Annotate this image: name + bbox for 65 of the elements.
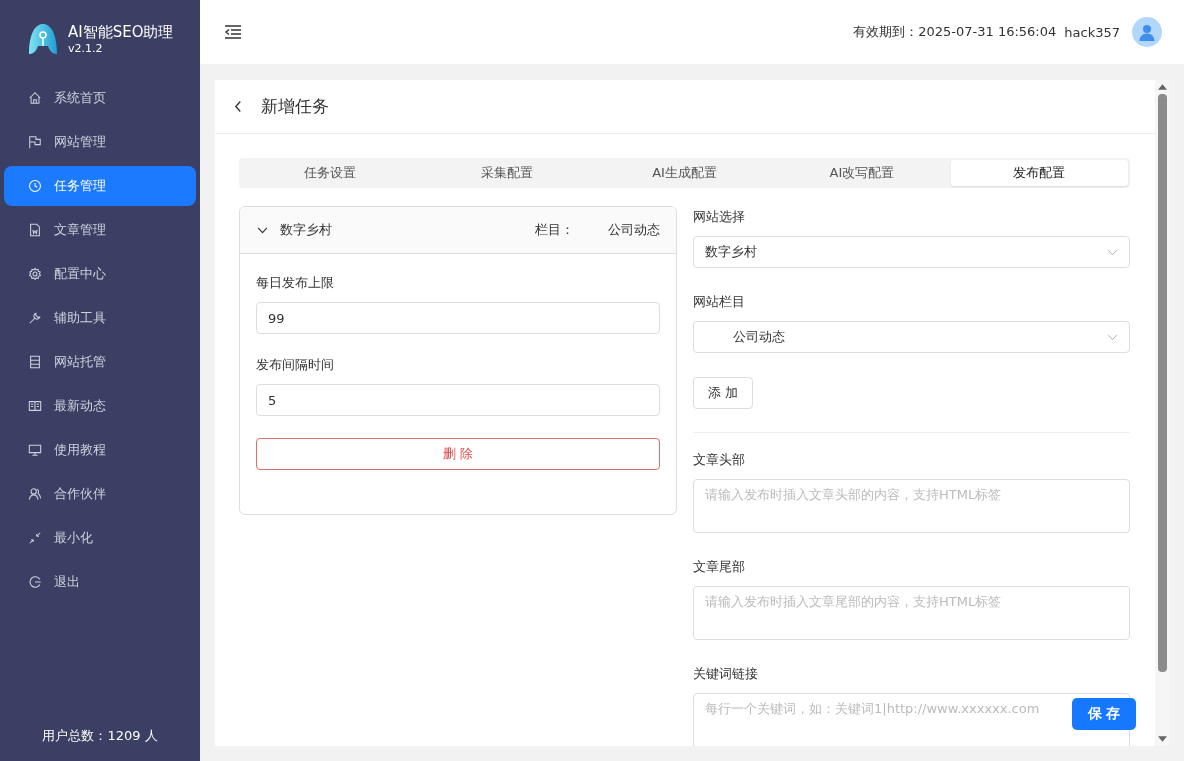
column-select[interactable]: 公司动态 [693, 321, 1130, 353]
shrink-icon [28, 531, 42, 545]
scrollbar[interactable] [1155, 80, 1169, 746]
field-label: 发布间隔时间 [256, 356, 335, 374]
input-field[interactable]: 5 [256, 384, 660, 416]
footer-textarea[interactable]: 请输入发布时插入文章尾部的内容，支持HTML标签 [693, 586, 1130, 640]
sidebar-item[interactable]: 网站托管 [4, 342, 196, 382]
app-version: v2.1.2 [68, 42, 104, 55]
site-name: 数字乡村 [280, 221, 332, 239]
sidebar-item[interactable]: 最新动态 [4, 386, 196, 426]
back-icon[interactable] [234, 100, 243, 113]
sidebar-item[interactable]: 任务管理 [4, 166, 196, 206]
logo-icon [26, 22, 60, 56]
save-button[interactable]: 保 存 [1072, 698, 1136, 730]
wrench-icon [28, 311, 42, 325]
delete-button[interactable]: 删 除 [256, 438, 660, 470]
field-label: 文章尾部 [693, 558, 746, 576]
avatar-icon[interactable] [1132, 17, 1162, 47]
field-label: 关键词链接 [693, 665, 759, 683]
user-count: 用户总数：1209 人 [41, 727, 159, 745]
page-title: 新增任务 [261, 95, 329, 118]
column-label: 栏目： [535, 221, 574, 239]
gear-icon [28, 267, 42, 281]
field-label: 网站选择 [693, 208, 746, 226]
site-select[interactable]: 数字乡村 [693, 236, 1130, 268]
add-button[interactable]: 添 加 [693, 377, 754, 409]
tab[interactable]: AI生成配置 [595, 160, 774, 186]
monitor-icon [28, 443, 42, 457]
column-value: 公司动态 [608, 221, 660, 239]
chevron-icon [1107, 248, 1118, 256]
book-icon [28, 399, 42, 413]
sidebar-item[interactable]: 系统首页 [4, 78, 196, 118]
tab[interactable]: 任务设置 [241, 160, 419, 186]
field-label: 每日发布上限 [256, 274, 335, 292]
home-icon [28, 91, 42, 105]
sidebar-item[interactable]: 退出 [4, 562, 196, 602]
expiry-date: 有效期到：2025-07-31 16:56:04 [853, 23, 1057, 41]
sidebar-item[interactable]: 配置中心 [4, 254, 196, 294]
tab[interactable]: 采集配置 [418, 160, 596, 186]
chevron-icon [1107, 333, 1118, 341]
doc-icon [28, 223, 42, 237]
sidebar-item[interactable]: 辅助工具 [4, 298, 196, 338]
username: hack357 [1064, 24, 1120, 40]
people-icon [28, 487, 42, 501]
sidebar-item[interactable]: 最小化 [4, 518, 196, 558]
sidebar-item[interactable]: 合作伙伴 [4, 474, 196, 514]
scroll-up-icon[interactable] [1157, 84, 1167, 90]
site-panel-header[interactable]: 数字乡村 栏目： 公司动态 [240, 207, 676, 254]
field-label: 文章头部 [693, 451, 746, 469]
chevron-icon [257, 226, 268, 234]
tab[interactable]: AI改写配置 [773, 160, 951, 186]
logout-icon [28, 575, 42, 589]
sidebar-item[interactable]: 使用教程 [4, 430, 196, 470]
scroll-down-icon[interactable] [1157, 736, 1167, 742]
server-icon [28, 355, 42, 369]
menu-icon[interactable] [224, 25, 242, 39]
sidebar-item[interactable]: 网站管理 [4, 122, 196, 162]
tab[interactable]: 发布配置 [950, 160, 1129, 186]
clock-icon [28, 179, 42, 193]
flag-icon [28, 135, 42, 149]
sidebar-item[interactable]: 文章管理 [4, 210, 196, 250]
field-label: 网站栏目 [693, 293, 746, 311]
app-name: AI智能SEO助理 [68, 23, 174, 42]
input-field[interactable]: 99 [256, 302, 660, 334]
header-textarea[interactable]: 请输入发布时插入文章头部的内容，支持HTML标签 [693, 479, 1130, 533]
